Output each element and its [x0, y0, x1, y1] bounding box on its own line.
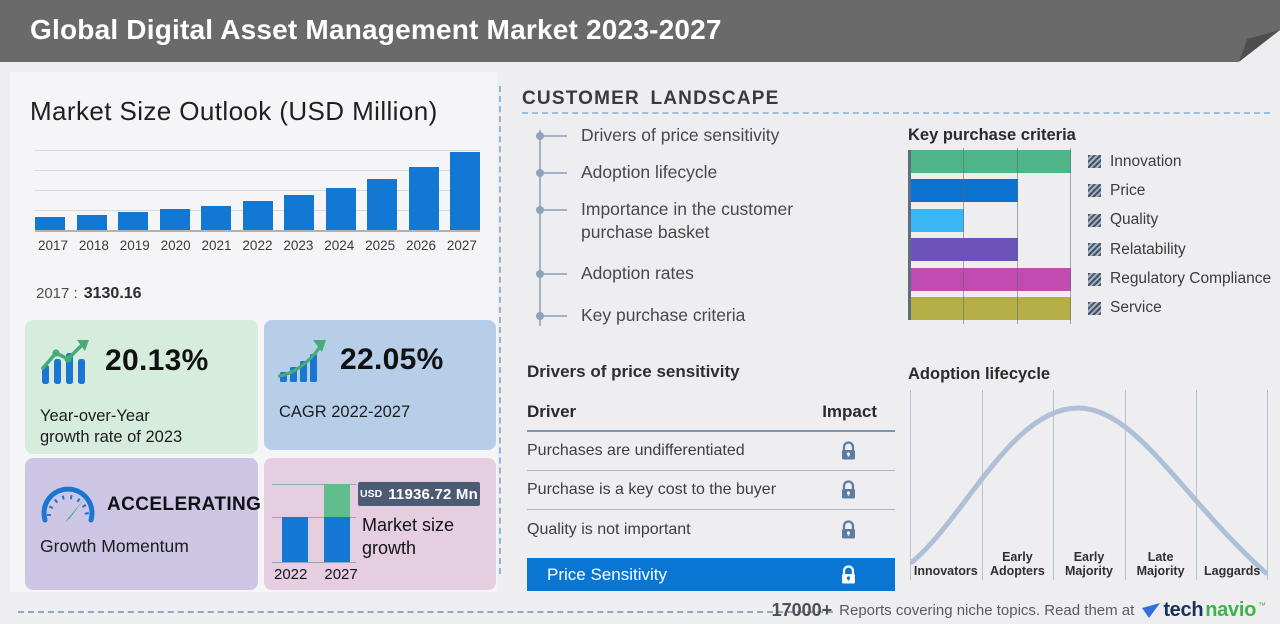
vertical-dashed-divider: [499, 86, 501, 574]
bar-2018: [76, 214, 107, 230]
cagr-card: 22.05% CAGR 2022-2027: [264, 320, 496, 450]
yoy-growth-card: 20.13% Year-over-Year growth rate of 202…: [25, 320, 258, 454]
footer: 17000+ Reports covering niche topics. Re…: [772, 599, 1266, 622]
bar-2026: [408, 166, 439, 230]
cagr-value: 22.05%: [340, 343, 444, 376]
lock-icon: [842, 441, 855, 460]
legend-swatch-icon: [1088, 155, 1101, 168]
bar-2019: [118, 212, 148, 230]
price-sensitivity-highlight-row: Price Sensitivity: [527, 558, 895, 591]
list-item: Key purchase criteria: [536, 304, 884, 327]
legend-swatch-icon: [1088, 184, 1101, 198]
criteria-bar-relatability: [911, 238, 1018, 262]
footer-dashed-line: [18, 611, 833, 613]
yoy-value: 20.13%: [105, 344, 209, 377]
purchase-criteria-legend: Innovation Price Quality Relatability Re…: [1088, 150, 1271, 320]
bar-2022: [242, 201, 273, 230]
bar-2025: [367, 178, 397, 230]
bar-2024: [325, 188, 356, 230]
customer-landscape-title: CUSTOMER LANDSCAPE: [522, 88, 780, 109]
mini-bar-2027-growth: [324, 484, 350, 517]
bar-chart-trend-icon: [41, 340, 89, 384]
impact-column-header: Impact: [822, 402, 877, 421]
x-axis-year-labels: 2017 2018 2019 2020 2021 2022 2023 2024 …: [37, 238, 477, 253]
momentum-label: Growth Momentum: [40, 536, 189, 556]
market-size-title: Market Size Outlook (USD Million): [30, 96, 438, 126]
bar-2020: [159, 209, 190, 230]
mini-bar-2022: [282, 517, 308, 562]
lock-icon: [842, 564, 855, 583]
drivers-table: Driver Impact Purchases are undifferenti…: [527, 398, 895, 591]
criteria-bar-quality: [911, 208, 965, 232]
growth-momentum-card: ACCELERATING Growth Momentum: [25, 458, 262, 590]
legend-swatch-icon: [1088, 213, 1101, 227]
bar-2017: [35, 217, 65, 230]
list-item: Adoption rates: [536, 262, 884, 285]
cagr-label: CAGR 2022-2027: [279, 403, 411, 421]
legend-swatch-icon: [1088, 272, 1101, 286]
base-year-value: 2017 :3130.16: [36, 285, 142, 302]
criteria-bar-regulatory-compliance: [911, 267, 1071, 291]
bar-2023: [284, 195, 314, 230]
purchase-criteria-chart: [908, 148, 1071, 324]
driver-column-header: Driver: [527, 402, 577, 421]
drivers-title: Drivers of price sensitivity: [527, 362, 740, 381]
footer-text: Reports covering niche topics. Read them…: [839, 602, 1135, 619]
page-title: Global Digital Asset Management Market 2…: [30, 14, 722, 45]
header-banner: Global Digital Asset Management Market 2…: [0, 0, 1280, 62]
criteria-bar-service: [911, 296, 1071, 320]
criteria-bar-innovation: [911, 150, 1071, 173]
lifecycle-stage-labels: Innovators Early Adopters Early Majority…: [913, 550, 1261, 578]
dashed-underline: [522, 112, 1270, 114]
criteria-bar-price: [911, 179, 1018, 203]
speedometer-icon: [41, 486, 95, 523]
bar-2027: [450, 152, 480, 230]
list-item: Adoption lifecycle: [536, 161, 884, 184]
report-count: 17000+: [771, 600, 833, 620]
legend-swatch-icon: [1088, 243, 1101, 257]
usd-amount-badge: USD 11936.72 Mn: [358, 482, 480, 506]
lock-icon: [842, 519, 855, 538]
technavio-arrow-icon: [1142, 602, 1161, 618]
purchase-criteria-title: Key purchase criteria: [908, 126, 1076, 144]
momentum-value: ACCELERATING: [107, 494, 262, 515]
table-row: Purchases are undifferentiated: [527, 432, 895, 471]
yoy-label: Year-over-Year growth rate of 2023: [40, 407, 183, 446]
adoption-lifecycle-title: Adoption lifecycle: [908, 365, 1051, 383]
list-item: Importance in the customer purchase bask…: [536, 198, 869, 244]
landscape-item-list: Drivers of price sensitivity Adoption li…: [536, 124, 884, 341]
market-size-bar-chart: [35, 150, 480, 232]
mini-bar-2027-base: [324, 517, 350, 562]
table-row: Quality is not important: [527, 510, 895, 549]
adoption-lifecycle-chart: Innovators Early Adopters Early Majority…: [910, 390, 1268, 580]
growth-mini-chart: 2022 2027: [272, 478, 364, 583]
table-row: Purchase is a key cost to the buyer: [527, 471, 895, 510]
lock-icon: [842, 480, 855, 499]
legend-swatch-icon: [1088, 301, 1101, 315]
market-size-growth-card: 2022 2027 USD 11936.72 Mn Market size gr…: [264, 458, 496, 590]
growth-label: Market size growth: [362, 515, 455, 558]
bar-2021: [201, 205, 231, 230]
list-item: Drivers of price sensitivity: [536, 124, 884, 147]
growth-arrow-icon: [278, 340, 326, 382]
technavio-logo[interactable]: tech navio ™: [1141, 599, 1266, 622]
